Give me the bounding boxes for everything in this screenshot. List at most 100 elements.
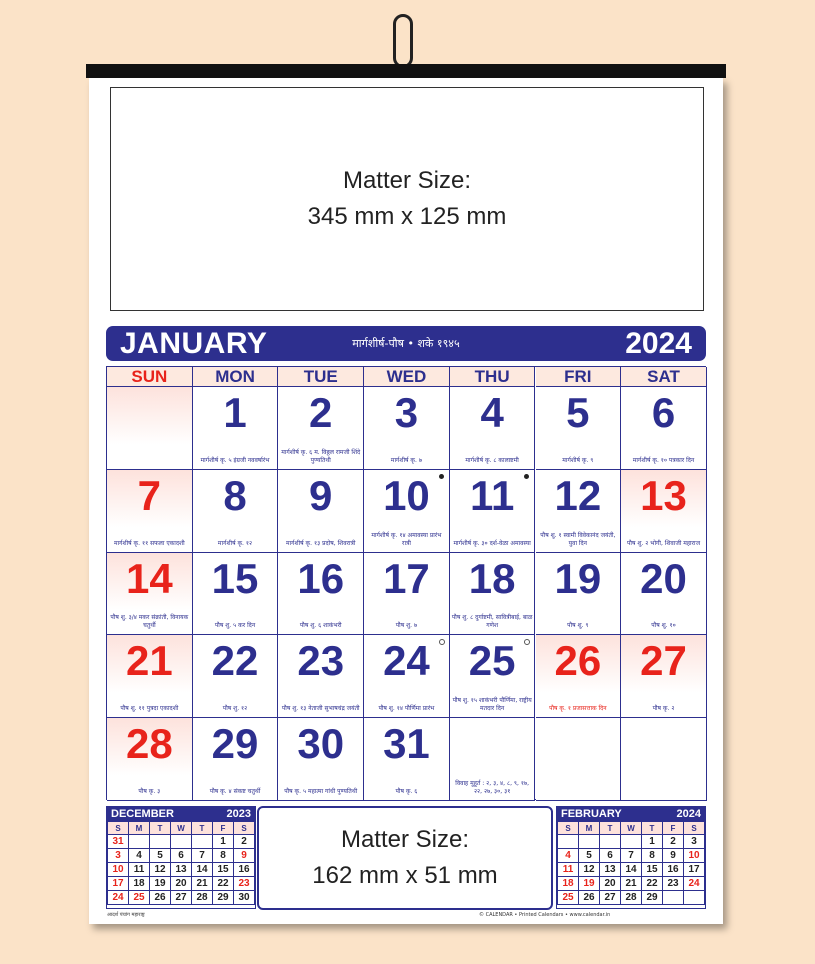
mini-day: 18 — [128, 876, 150, 891]
mini-day: 20 — [170, 876, 192, 891]
mini-day — [170, 834, 192, 849]
mini-day: 23 — [233, 876, 255, 891]
weekday-header: FRI — [535, 367, 622, 387]
day-cell: 8 मार्गशीर्ष कृ. १२ — [192, 469, 279, 553]
day-cell: 27 पौष कृ. २ — [621, 635, 707, 719]
mini-day — [599, 834, 621, 849]
day-cell: 9 मार्गशीर्ष कृ. १३ प्रदोष, शिवरात्री — [278, 469, 365, 553]
top-matter-line1: Matter Size: — [342, 167, 472, 194]
mini-weekday: S — [233, 821, 255, 835]
mini-day: 13 — [599, 862, 621, 877]
mini-day: 17 — [107, 876, 129, 891]
day-note: मार्गशीर्ष कृ. १० पत्रकार दिन — [632, 456, 695, 464]
bottom-matter-line1: Matter Size: — [340, 826, 470, 853]
mini-day: 13 — [170, 862, 192, 877]
mini-day — [128, 834, 150, 849]
mini-day — [557, 834, 579, 849]
mini-day: 16 — [662, 862, 684, 877]
day-note: पौष शु. १४ पौर्णिमा प्रारंभ — [378, 705, 435, 713]
day-cell: 26 पौष कृ. १ प्रजासत्ताक दिन — [535, 635, 622, 719]
day-note: पौष शु. १३ नेताजी सुभाषचंद्र जयंती — [281, 705, 360, 713]
day-number: 31 — [383, 720, 430, 768]
day-note: पौष शु. ८ दुर्गाष्टमी, सावित्रीबाई, बाळ … — [451, 614, 533, 630]
month-header: JANUARY मार्गशीर्ष-पौष • शके १९४५ 2024 — [106, 326, 706, 361]
mini-day: 3 — [107, 848, 129, 863]
mini-day: 9 — [233, 848, 255, 863]
day-number: 1 — [223, 389, 247, 436]
mini-day: 21 — [620, 876, 642, 891]
mini-day: 18 — [557, 876, 579, 891]
mini-day: 12 — [149, 862, 171, 877]
mini-day: 20 — [599, 876, 621, 891]
mini-day: 25 — [128, 890, 150, 905]
weekday-header: SUN — [107, 367, 193, 387]
top-matter-box: Matter Size: 345 mm x 125 mm — [110, 87, 704, 311]
mini-day: 1 — [212, 834, 234, 849]
day-note: मार्गशीर्ष कृ. ८ कालाष्टमी — [465, 456, 519, 464]
mini-day: 28 — [191, 890, 213, 905]
mini-weekday: M — [128, 821, 150, 835]
day-cell: 15 पौष शु. ५ कर दिन — [192, 552, 279, 636]
day-cell — [535, 718, 622, 801]
day-cell: 18 पौष शु. ८ दुर्गाष्टमी, सावित्रीबाई, बा… — [449, 552, 536, 636]
mini-next-year: 2024 — [676, 808, 701, 820]
day-note: मार्गशीर्ष कृ. ६ म. विठ्ठल रामजी शिंदे प… — [281, 448, 361, 464]
mini-day: 16 — [233, 862, 255, 877]
mini-day: 28 — [620, 890, 642, 905]
mini-day: 4 — [557, 848, 579, 863]
mini-day: 30 — [233, 890, 255, 905]
day-cell: 21 पौष शु. ११ पुत्रदा एकादशी — [107, 635, 193, 719]
day-note: पौष कृ. ५ महात्मा गांधी पुण्यतिथी — [284, 787, 358, 795]
day-number: 3 — [394, 389, 419, 436]
weekday-header: TUE — [278, 367, 365, 387]
mini-day: 19 — [578, 876, 600, 891]
day-note: पौष शु. ५ कर दिन — [214, 622, 256, 630]
mini-next-title: FEBRUARY — [561, 808, 622, 820]
day-note: पौष कृ. २ — [652, 705, 675, 713]
day-number: 8 — [223, 471, 247, 519]
mini-day: 2 — [233, 834, 255, 849]
month-year: 2024 — [625, 327, 692, 360]
day-note: मार्गशीर्ष कृ. ३० दर्श-वेळा अमावस्या — [453, 539, 531, 547]
day-note: पौष कृ. १ प्रजासत्ताक दिन — [549, 705, 607, 713]
mini-day: 10 — [107, 862, 129, 877]
weekday-header: SAT — [621, 367, 707, 387]
mini-day: 17 — [683, 862, 705, 877]
day-cell: 28 पौष कृ. ३ — [107, 718, 193, 801]
mini-day: 26 — [578, 890, 600, 905]
mini-day: 21 — [191, 876, 213, 891]
mini-day: 27 — [599, 890, 621, 905]
day-number: 19 — [554, 554, 602, 602]
calendar-top-bar — [86, 64, 726, 78]
day-number: 6 — [651, 389, 676, 436]
mini-weekday: W — [620, 821, 642, 835]
day-cell: 31 पौष कृ. ६ — [364, 718, 450, 801]
day-cell: 4 मार्गशीर्ष कृ. ८ कालाष्टमी — [449, 387, 536, 470]
mini-day — [662, 890, 684, 905]
mini-weekday: T — [641, 821, 663, 835]
day-cell: 17 पौष शु. ७ — [364, 552, 450, 636]
day-cell: 13 पौष शु. २ भोगी, शिवाजी महाराज — [621, 469, 707, 553]
mini-day: 23 — [662, 876, 684, 891]
day-number: 10 — [383, 471, 430, 519]
day-number: 7 — [137, 471, 162, 519]
mini-day: 27 — [170, 890, 192, 905]
mini-day: 11 — [128, 862, 150, 877]
mini-day: 6 — [170, 848, 192, 863]
day-cell: 14 पौष शु. ३/४ मकर संक्रांती, विनायक चतुर… — [107, 552, 193, 636]
day-number: 30 — [297, 720, 345, 768]
day-note: पौष कृ. ४ संकष्ट चतुर्थी — [209, 787, 261, 795]
day-cell — [621, 718, 707, 801]
day-note: मार्गशीर्ष कृ. ११ सफला एकादशी — [114, 539, 185, 547]
mini-day — [149, 834, 171, 849]
mini-day — [578, 834, 600, 849]
day-note: मार्गशीर्ष कृ. ५ इंग्रजी नववर्षारंभ — [200, 456, 270, 464]
day-note: पौष शु. १० — [651, 622, 676, 630]
mini-day: 29 — [641, 890, 663, 905]
day-number: 20 — [640, 554, 687, 602]
day-note: मार्गशीर्ष कृ. १२ — [217, 539, 253, 547]
day-cell: 22 पौष शु. १२ — [192, 635, 279, 719]
mini-day: 9 — [662, 848, 684, 863]
calendar-sheet: Matter Size: 345 mm x 125 mm JANUARY मार… — [89, 78, 723, 924]
day-number: 24 — [383, 637, 430, 685]
